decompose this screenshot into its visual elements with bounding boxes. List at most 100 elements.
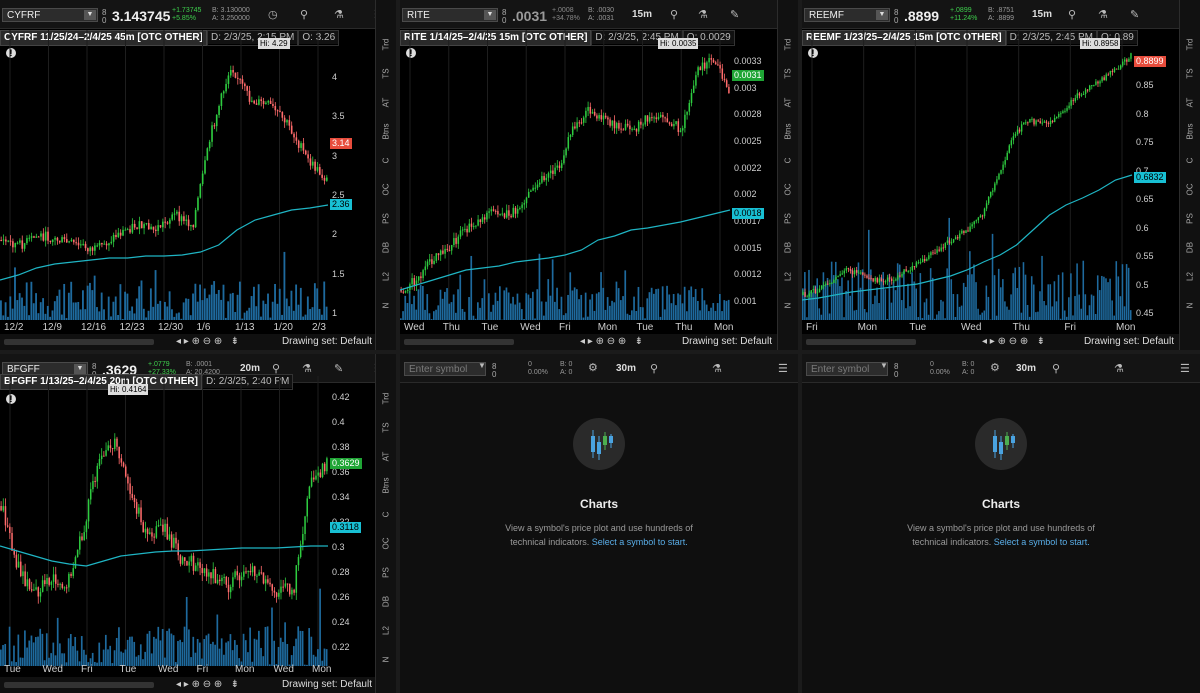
- studies-flask-icon[interactable]: ⚗: [712, 362, 722, 375]
- side-tab-n[interactable]: N: [1186, 296, 1195, 316]
- style-icon[interactable]: ⚲: [650, 362, 658, 375]
- drawing-set-label[interactable]: Drawing set: Default: [282, 677, 372, 693]
- side-tab-l2[interactable]: L2: [382, 267, 391, 287]
- symbol-selector[interactable]: REEMF ▼: [804, 8, 890, 22]
- style-icon[interactable]: ⚲: [300, 8, 308, 21]
- side-tab-l2[interactable]: L2: [1186, 267, 1195, 287]
- price-chart[interactable]: [0, 30, 355, 320]
- select-symbol-link[interactable]: Select a symbol to start.: [994, 537, 1090, 547]
- price-chart[interactable]: [400, 30, 778, 320]
- select-symbol-link[interactable]: Select a symbol to start.: [592, 537, 688, 547]
- side-tab-n[interactable]: N: [382, 650, 391, 670]
- drawing-icon[interactable]: ✎: [730, 8, 739, 21]
- side-tab-c[interactable]: C: [1186, 151, 1195, 171]
- side-tab-ps[interactable]: PS: [784, 209, 793, 229]
- symbol-selector[interactable]: RITE ▼: [402, 8, 498, 22]
- zoom-controls[interactable]: ◂ ▸ ⊕ ⊖ ⊕ ⇟: [176, 677, 239, 693]
- time-scrollbar[interactable]: [806, 339, 916, 345]
- side-tab-ts[interactable]: TS: [382, 64, 391, 84]
- menu-icon[interactable]: ☰: [1180, 362, 1190, 375]
- side-tab-ts[interactable]: TS: [784, 64, 793, 84]
- chevron-down-icon[interactable]: ▼: [880, 361, 888, 370]
- side-tab-ts[interactable]: TS: [382, 418, 391, 438]
- drawing-set-label[interactable]: Drawing set: Default: [682, 334, 772, 350]
- drawing-set-label[interactable]: Drawing set: Default: [1084, 334, 1174, 350]
- style-icon[interactable]: ⚲: [670, 8, 678, 21]
- side-tab-c[interactable]: C: [382, 505, 391, 525]
- side-tab-oc[interactable]: OC: [1186, 180, 1195, 200]
- drawing-set-label[interactable]: Drawing set: Default: [282, 334, 372, 350]
- side-tab-ps[interactable]: PS: [1186, 209, 1195, 229]
- side-tab-l2[interactable]: L2: [382, 621, 391, 641]
- side-tab-at[interactable]: AT: [382, 447, 391, 467]
- chevron-down-icon[interactable]: ▼: [478, 361, 486, 370]
- zoom-controls[interactable]: ◂ ▸ ⊕ ⊖ ⊕ ⇟: [580, 334, 643, 350]
- studies-flask-icon[interactable]: ⚗: [698, 8, 708, 21]
- drawing-icon[interactable]: ✎: [1130, 8, 1139, 21]
- zoom-controls[interactable]: ◂ ▸ ⊕ ⊖ ⊕ ⇟: [982, 334, 1045, 350]
- studies-flask-icon[interactable]: ⚗: [334, 8, 344, 21]
- zoom-controls[interactable]: ◂ ▸ ⊕ ⊖ ⊕ ⇟: [176, 334, 239, 350]
- gear-icon[interactable]: ⚙: [588, 361, 598, 374]
- side-tab-btns[interactable]: Btns: [1186, 122, 1195, 142]
- volume-bar: [264, 303, 267, 320]
- side-tab-oc[interactable]: OC: [382, 180, 391, 200]
- side-tab-oc[interactable]: OC: [784, 180, 793, 200]
- studies-flask-icon[interactable]: ⚗: [1098, 8, 1108, 21]
- symbol-input[interactable]: Enter symbol: [806, 362, 888, 376]
- side-tab-db[interactable]: DB: [1186, 238, 1195, 258]
- side-tab-at[interactable]: AT: [1186, 93, 1195, 113]
- side-tab-btns[interactable]: Btns: [382, 476, 391, 496]
- side-tab-c[interactable]: C: [784, 151, 793, 171]
- quantity-field[interactable]: 80: [894, 363, 898, 379]
- side-tab-btns[interactable]: Btns: [784, 122, 793, 142]
- aggregation-selector[interactable]: 30m: [616, 363, 636, 374]
- studies-flask-icon[interactable]: ⚗: [1114, 362, 1124, 375]
- side-tab-db[interactable]: DB: [382, 238, 391, 258]
- quantity-field[interactable]: 80: [894, 9, 898, 25]
- quantity-field[interactable]: 80: [502, 9, 506, 25]
- price-chart[interactable]: [802, 30, 1180, 320]
- side-tab-ps[interactable]: PS: [382, 563, 391, 583]
- aggregation-selector[interactable]: 15m: [632, 9, 652, 20]
- time-scrollbar[interactable]: [4, 682, 154, 688]
- quantity-field[interactable]: 80: [492, 363, 496, 379]
- side-tab-at[interactable]: AT: [382, 93, 391, 113]
- side-tab-db[interactable]: DB: [784, 238, 793, 258]
- side-tab-db[interactable]: DB: [382, 592, 391, 612]
- chevron-down-icon[interactable]: ▼: [84, 10, 96, 20]
- style-icon[interactable]: ⚲: [1052, 362, 1060, 375]
- time-scrollbar[interactable]: [404, 339, 514, 345]
- price-chart[interactable]: [0, 376, 355, 666]
- volume-bar: [1024, 274, 1027, 320]
- quantity-field[interactable]: 80: [102, 9, 106, 25]
- side-tab-c[interactable]: C: [382, 151, 391, 171]
- side-tab-trd[interactable]: Trd: [784, 35, 793, 55]
- menu-icon[interactable]: ☰: [778, 362, 788, 375]
- side-tab-ps[interactable]: PS: [382, 209, 391, 229]
- aggregation-selector[interactable]: 20m: [240, 363, 260, 374]
- symbol-input[interactable]: Enter symbol: [404, 362, 486, 376]
- side-tab-trd[interactable]: Trd: [382, 35, 391, 55]
- side-tab-l2[interactable]: L2: [784, 267, 793, 287]
- chevron-down-icon[interactable]: ▼: [876, 10, 888, 20]
- side-tab-n[interactable]: N: [784, 296, 793, 316]
- side-tab-at[interactable]: AT: [784, 93, 793, 113]
- clock-icon[interactable]: ◷: [268, 8, 278, 21]
- side-tab-trd[interactable]: Trd: [1186, 35, 1195, 55]
- side-tab-trd[interactable]: Trd: [382, 389, 391, 409]
- side-tab-btns[interactable]: Btns: [382, 122, 391, 142]
- aggregation-selector[interactable]: 30m: [1016, 363, 1036, 374]
- time-scrollbar[interactable]: [4, 339, 154, 345]
- studies-flask-icon[interactable]: ⚗: [302, 362, 312, 375]
- symbol-selector[interactable]: CYFRF ▼: [2, 8, 98, 22]
- aggregation-selector[interactable]: 15m: [1032, 9, 1052, 20]
- chevron-down-icon[interactable]: ▼: [74, 364, 86, 374]
- gear-icon[interactable]: ⚙: [990, 361, 1000, 374]
- side-tab-n[interactable]: N: [382, 296, 391, 316]
- side-tab-ts[interactable]: TS: [1186, 64, 1195, 84]
- side-tab-oc[interactable]: OC: [382, 534, 391, 554]
- drawing-icon[interactable]: ✎: [334, 362, 343, 375]
- style-icon[interactable]: ⚲: [1068, 8, 1076, 21]
- chevron-down-icon[interactable]: ▼: [484, 10, 496, 20]
